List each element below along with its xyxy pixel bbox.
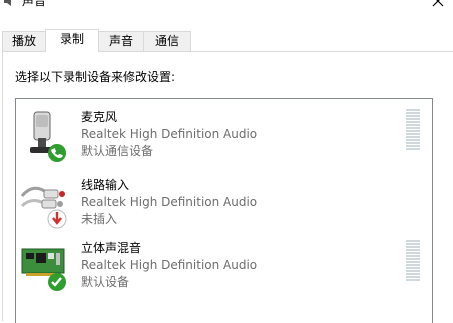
device-item-microphone[interactable]: 麦克风 Realtek High Definition Audio 默认通信设备	[16, 109, 432, 172]
device-driver: Realtek High Definition Audio	[81, 127, 258, 141]
level-meter	[406, 109, 420, 150]
microphone-icon	[30, 111, 66, 162]
close-icon[interactable]	[430, 0, 446, 9]
device-driver: Realtek High Definition Audio	[81, 195, 258, 209]
device-list[interactable]: 麦克风 Realtek High Definition Audio 默认通信设备	[15, 98, 433, 323]
phone-badge-icon	[48, 144, 66, 162]
device-status: 默认设备	[81, 275, 130, 289]
device-name: 线路输入	[81, 178, 130, 192]
sound-card-icon	[21, 248, 66, 291]
device-item-line-in[interactable]: 线路输入 Realtek High Definition Audio 未插入	[16, 178, 432, 240]
speaker-icon	[4, 0, 11, 6]
device-status: 默认通信设备	[81, 144, 154, 158]
window-title: 声音	[22, 0, 47, 8]
device-status: 未插入	[81, 212, 118, 226]
title-bar: 声音	[0, 0, 453, 18]
device-name: 麦克风	[81, 110, 118, 124]
tab-playback[interactable]: 播放	[2, 31, 46, 51]
tab-sounds[interactable]: 声音	[98, 31, 144, 51]
tab-communications[interactable]: 通信	[143, 31, 191, 51]
device-driver: Realtek High Definition Audio	[81, 258, 258, 272]
unplugged-arrow-badge-icon	[47, 209, 67, 229]
tab-strip: 播放 录制 声音 通信	[0, 29, 453, 52]
instruction-text: 选择以下录制设备来修改设置:	[15, 70, 176, 84]
level-meter	[406, 240, 420, 281]
device-item-stereo-mix[interactable]: 立体声混音 Realtek High Definition Audio 默认设备	[16, 240, 432, 303]
checkmark-badge-icon	[48, 273, 66, 291]
tab-recording[interactable]: 录制	[45, 29, 99, 52]
device-name: 立体声混音	[81, 241, 142, 255]
line-in-jack-icon	[20, 186, 67, 229]
